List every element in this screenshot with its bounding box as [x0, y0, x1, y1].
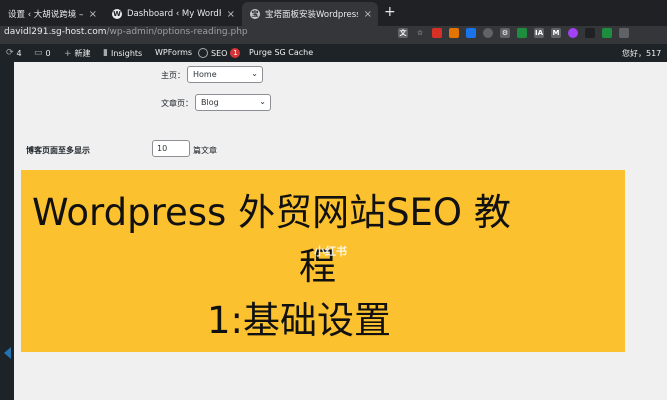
- extension-green2-icon[interactable]: [602, 28, 612, 38]
- browser-tab-strip: 设置 ‹ 大胡说跨境 — Word × W Dashboard ‹ My Wor…: [0, 0, 667, 26]
- tab-title: Dashboard ‹ My WordPress —: [127, 9, 221, 19]
- extension-blue-icon[interactable]: [466, 28, 476, 38]
- extension-puzzle-icon[interactable]: [619, 28, 629, 38]
- tab-title: 宝塔面板安装Wordpress教程 -: [265, 10, 358, 20]
- postspage-select[interactable]: Blog ⌄: [195, 94, 271, 111]
- seo-item[interactable]: SEO 1: [198, 48, 241, 58]
- new-label: 新建: [74, 49, 91, 58]
- tab-dashboard[interactable]: W Dashboard ‹ My WordPress — ×: [104, 2, 241, 26]
- posts-per-page-suffix: 篇文章: [193, 146, 217, 155]
- wpforms-item[interactable]: WPForms: [155, 48, 192, 57]
- account-greeting[interactable]: 您好，517: [622, 48, 661, 59]
- purge-cache-item[interactable]: Purge SG Cache: [249, 48, 313, 57]
- extension-grey-icon[interactable]: [483, 28, 493, 38]
- wpforms-label: WPForms: [155, 48, 193, 57]
- wp-admin-bar: ⟳ 4 ▭ 0 + 新建 ▮ Insights WPForms SEO 1 Pu…: [0, 44, 667, 62]
- banner-line-2: 程: [299, 245, 336, 288]
- extension-orange-icon[interactable]: [449, 28, 459, 38]
- homepage-select[interactable]: Home ⌄: [187, 66, 263, 83]
- insights-label: Insights: [110, 48, 143, 58]
- new-content-item[interactable]: + 新建: [64, 48, 91, 59]
- site-favicon-icon: 宝: [250, 9, 260, 19]
- wordpress-icon: W: [112, 9, 122, 19]
- posts-per-page-label: 博客页面至多显示: [26, 146, 90, 155]
- insights-item[interactable]: ▮ Insights: [103, 48, 142, 58]
- extension-gear-icon[interactable]: ⚙: [500, 28, 510, 38]
- posts-per-page-value: 10: [157, 144, 168, 153]
- extension-ia-icon[interactable]: IA: [534, 28, 544, 38]
- seo-label: SEO: [211, 48, 228, 58]
- purge-cache-label: Purge SG Cache: [249, 48, 314, 57]
- url-host: davidl291.sg-host.com: [4, 27, 107, 37]
- extension-red-icon[interactable]: [432, 28, 442, 38]
- extension-green-icon[interactable]: [517, 28, 527, 38]
- admin-sidebar: [0, 62, 14, 400]
- banner-line-1: Wordpress 外贸网站SEO 教: [32, 191, 511, 234]
- extension-gmail-icon[interactable]: M: [551, 28, 561, 38]
- refresh-icon: ⟳: [6, 48, 14, 58]
- current-menu-pointer: [4, 347, 11, 359]
- address-bar: davidl291.sg-host.com/wp-admin/options-r…: [0, 26, 667, 44]
- updates-item[interactable]: ⟳ 4: [6, 48, 22, 58]
- tutorial-title-banner: Wordpress 外贸网站SEO 教 程 1:基础设置 小红书: [21, 170, 625, 352]
- extension-dark-icon[interactable]: [585, 28, 595, 38]
- plus-icon: +: [64, 48, 72, 59]
- comments-count: 0: [45, 48, 51, 58]
- watermark: 小红书: [314, 245, 347, 258]
- chevron-down-icon: ⌄: [259, 97, 266, 106]
- comment-icon: ▭: [34, 48, 43, 58]
- extension-toolbar: 文 ☆ ⚙ IA M: [398, 28, 629, 38]
- close-icon[interactable]: ×: [89, 9, 97, 20]
- tab-settings[interactable]: 设置 ‹ 大胡说跨境 — Word ×: [0, 2, 103, 26]
- comments-item[interactable]: ▭ 0: [34, 48, 51, 58]
- close-icon[interactable]: ×: [364, 9, 372, 20]
- postspage-label: 文章页：: [161, 99, 193, 108]
- seo-notification-badge: 1: [230, 48, 241, 58]
- greeting-text: 您好，517: [622, 49, 662, 58]
- seo-gear-icon: [198, 48, 208, 58]
- tab-title: 设置 ‹ 大胡说跨境 — Word: [8, 10, 83, 20]
- homepage-selected-value: Home: [193, 70, 217, 79]
- close-icon[interactable]: ×: [227, 9, 235, 20]
- bar-chart-icon: ▮: [103, 48, 108, 58]
- url-field[interactable]: davidl291.sg-host.com/wp-admin/options-r…: [4, 27, 248, 37]
- chevron-down-icon: ⌄: [251, 69, 258, 78]
- url-path: /wp-admin/options-reading.php: [106, 27, 248, 37]
- banner-line-3: 1:基础设置: [207, 299, 392, 342]
- tab-baota-tutorial[interactable]: 宝 宝塔面板安装Wordpress教程 - ×: [242, 2, 378, 26]
- translate-icon[interactable]: 文: [398, 28, 408, 38]
- new-tab-button[interactable]: +: [384, 4, 396, 20]
- updates-count: 4: [16, 48, 22, 58]
- extension-purple-icon[interactable]: [568, 28, 578, 38]
- homepage-label: 主页：: [161, 71, 185, 80]
- postspage-selected-value: Blog: [201, 98, 219, 107]
- bookmark-star-icon[interactable]: ☆: [415, 28, 425, 38]
- posts-per-page-input[interactable]: 10: [152, 140, 190, 157]
